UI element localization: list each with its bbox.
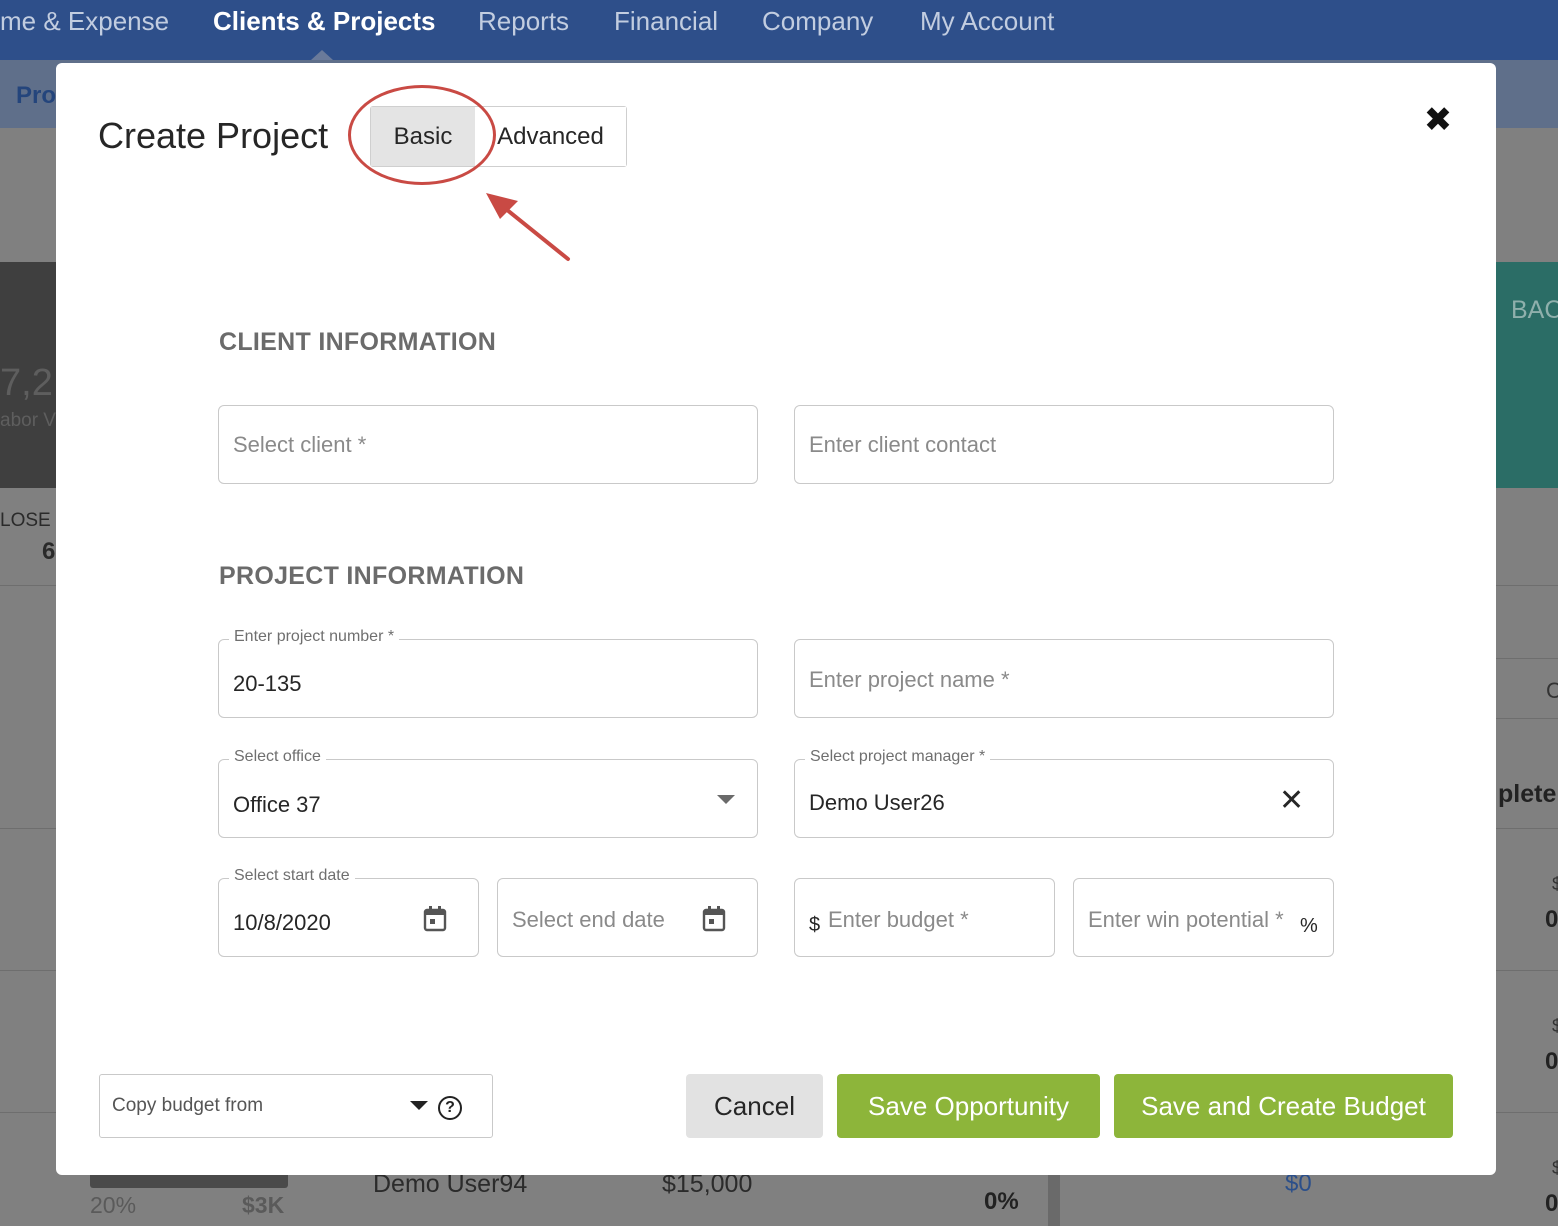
nav-item-my-account[interactable]: My Account — [920, 6, 1054, 37]
calendar-icon[interactable] — [702, 906, 726, 932]
project-number-input[interactable]: Enter project number * 20-135 — [218, 628, 758, 718]
nav-item-reports[interactable]: Reports — [478, 6, 569, 37]
project-manager-value: Demo User26 — [809, 790, 945, 815]
client-select[interactable]: Select client * — [218, 405, 758, 484]
project-manager-label: Select project manager * — [805, 748, 991, 766]
bg-divider — [1496, 585, 1558, 586]
chevron-down-icon[interactable] — [717, 795, 735, 804]
project-number-label: Enter project number * — [229, 628, 400, 646]
bg-divider — [1496, 658, 1558, 659]
top-navigation: me & Expense Clients & Projects Reports … — [0, 0, 1558, 60]
annotation-arrow — [486, 193, 570, 261]
office-label: Select office — [229, 748, 326, 766]
client-select-placeholder: Select client * — [233, 432, 367, 457]
sub-nav-label[interactable]: Pro — [16, 82, 56, 110]
nav-item-clients-projects[interactable]: Clients & Projects — [213, 6, 436, 37]
annotation-circle — [348, 85, 496, 185]
nav-item-financial[interactable]: Financial — [614, 6, 718, 37]
bg-right-value: $ — [1552, 1016, 1558, 1036]
bg-divider — [0, 1112, 56, 1113]
save-and-create-budget-button[interactable]: Save and Create Budget — [1114, 1074, 1453, 1138]
project-name-input[interactable]: Enter project name * — [794, 639, 1334, 718]
client-contact-placeholder: Enter client contact — [809, 432, 997, 457]
close-icon[interactable]: ✖ — [1422, 103, 1454, 137]
bg-right-header-fragment: C — [1546, 678, 1558, 703]
copy-budget-placeholder: Copy budget from — [112, 1095, 264, 1116]
nav-item-company[interactable]: Company — [762, 6, 873, 37]
client-section-title: CLIENT INFORMATION — [219, 328, 497, 356]
bg-divider — [1496, 718, 1558, 719]
office-select[interactable]: Select office Office 37 — [218, 748, 758, 838]
calendar-icon[interactable] — [423, 906, 447, 932]
bg-right-value: 0 — [1545, 1048, 1558, 1075]
create-project-modal: Create Project Basic Advanced ✖ CLIENT I… — [56, 63, 1496, 1175]
bg-divider — [0, 828, 56, 829]
modal-title: Create Project — [98, 115, 329, 156]
bg-divider — [0, 585, 56, 586]
bg-left-caption: abor V — [0, 410, 56, 431]
save-opportunity-button[interactable]: Save Opportunity — [837, 1074, 1100, 1138]
start-date-label: Select start date — [229, 867, 355, 885]
bg-scroll-separator — [1048, 1175, 1060, 1226]
end-date-input[interactable]: Select end date — [497, 878, 758, 957]
active-nav-caret — [311, 50, 333, 60]
clear-icon[interactable]: ✕ — [1279, 786, 1304, 816]
bg-left-row-value: 6 — [42, 538, 56, 565]
bg-right-value: $ — [1552, 874, 1558, 894]
project-section-title: PROJECT INFORMATION — [219, 562, 525, 590]
project-manager-select[interactable]: Select project manager * Demo User26 ✕ — [794, 748, 1334, 838]
bg-right-card-label: BAC — [1511, 296, 1558, 324]
bg-divider — [1496, 1112, 1558, 1113]
advanced-mode-button[interactable]: Advanced — [475, 107, 626, 166]
bg-divider — [1496, 828, 1558, 829]
project-number-value: 20-135 — [233, 671, 302, 696]
cancel-button[interactable]: Cancel — [686, 1074, 823, 1138]
start-date-input[interactable]: Select start date 10/8/2020 — [218, 867, 479, 957]
bg-divider — [1496, 970, 1558, 971]
bg-row-pct: 0% — [984, 1188, 1019, 1215]
project-name-placeholder: Enter project name * — [809, 667, 1010, 692]
copy-budget-select[interactable]: Copy budget from ? — [99, 1074, 493, 1138]
budget-input[interactable]: $ Enter budget * — [794, 878, 1055, 957]
bg-divider — [0, 970, 56, 971]
start-date-value: 10/8/2020 — [233, 910, 331, 935]
win-potential-placeholder: Enter win potential * — [1088, 907, 1284, 932]
bg-row-amount: $3K — [242, 1192, 285, 1218]
win-potential-input[interactable]: Enter win potential * % — [1073, 878, 1334, 957]
budget-placeholder: Enter budget * — [828, 907, 969, 932]
bg-right-value: 0 — [1545, 1190, 1558, 1217]
budget-currency-prefix: $ — [809, 914, 821, 936]
help-icon[interactable]: ? — [438, 1096, 462, 1120]
bg-left-value: 7,2 — [0, 362, 53, 404]
client-contact-input[interactable]: Enter client contact — [794, 405, 1334, 484]
bg-right-value: $ — [1552, 1158, 1558, 1178]
bg-right-col-label: plete — [1498, 780, 1557, 808]
bg-row-percent: 20% — [90, 1192, 137, 1218]
office-value: Office 37 — [233, 792, 321, 817]
bg-progress-bar — [90, 1174, 288, 1188]
nav-item-time-expense[interactable]: me & Expense — [0, 6, 169, 37]
chevron-down-icon[interactable] — [410, 1101, 428, 1110]
win-potential-percent-suffix: % — [1300, 915, 1318, 937]
bg-right-value: 0 — [1545, 906, 1558, 933]
end-date-placeholder: Select end date — [512, 907, 665, 932]
